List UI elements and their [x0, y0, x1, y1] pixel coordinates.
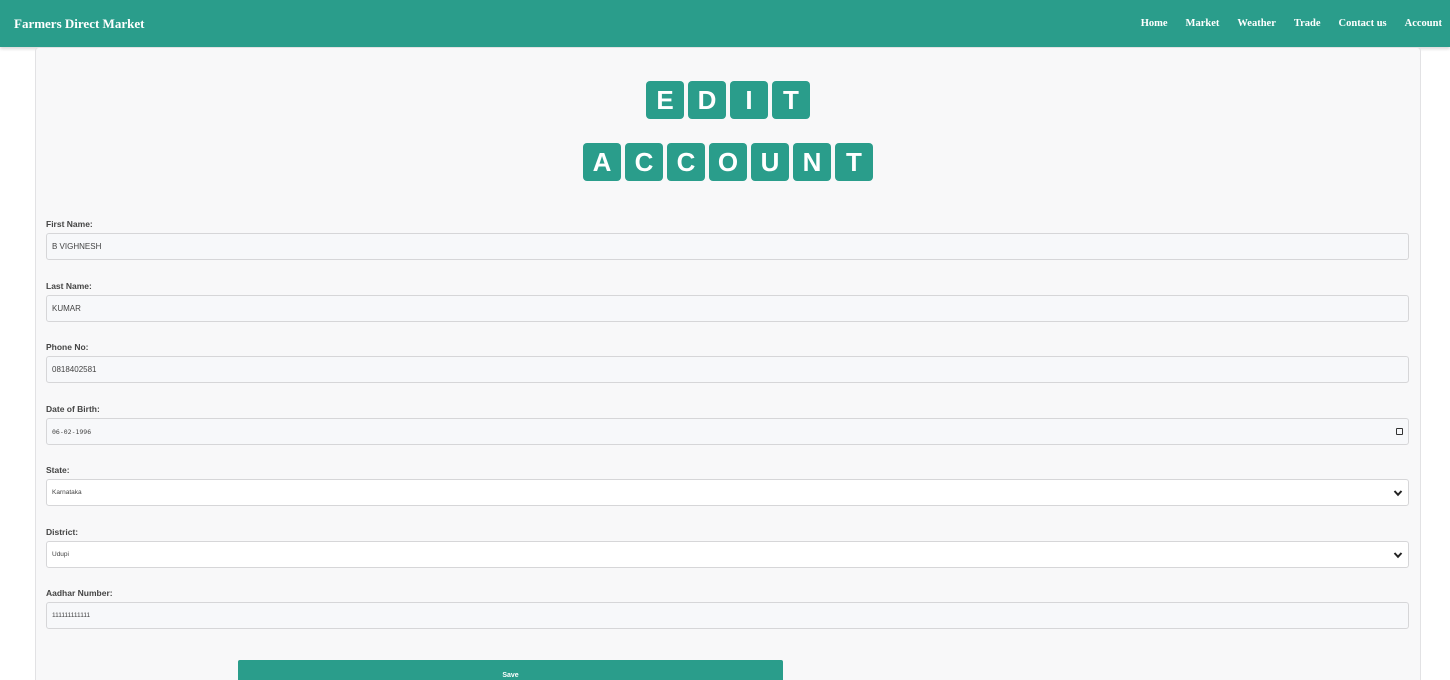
aadhar-input[interactable]: 111111111111: [46, 602, 1409, 629]
title-letter: C: [667, 143, 705, 181]
title-letter: E: [646, 81, 684, 119]
district-label: District:: [46, 527, 79, 537]
aadhar-label: Aadhar Number:: [46, 588, 113, 598]
nav-weather[interactable]: Weather: [1237, 18, 1276, 29]
nav-contact-us[interactable]: Contact us: [1339, 18, 1387, 29]
aadhar-group: Aadhar Number: 111111111111: [46, 588, 1410, 629]
chevron-down-icon: [1393, 489, 1403, 496]
last-name-value: KUMAR: [52, 304, 81, 313]
dob-group: Date of Birth: 06-02-1996: [46, 404, 1410, 445]
nav-account[interactable]: Account: [1405, 18, 1442, 29]
nav-trade[interactable]: Trade: [1294, 18, 1321, 29]
state-label: State:: [46, 465, 70, 475]
dob-value: 06-02-1996: [52, 427, 92, 436]
phone-label: Phone No:: [46, 342, 89, 352]
title-letter: A: [583, 143, 621, 181]
brand-title[interactable]: Farmers Direct Market: [14, 16, 144, 32]
phone-group: Phone No: 0818402581: [46, 342, 1410, 383]
first-name-group: First Name: B VIGHNESH: [46, 219, 1410, 260]
calendar-icon[interactable]: [1396, 428, 1403, 435]
nav-links: Home Market Weather Trade Contact us Acc…: [1141, 18, 1442, 29]
first-name-label: First Name:: [46, 219, 93, 229]
edit-account-card: E D I T A C C O U N T First Name: B VIGH…: [35, 47, 1421, 680]
state-select[interactable]: Karnataka: [46, 479, 1409, 506]
dob-label: Date of Birth:: [46, 404, 100, 414]
nav-market[interactable]: Market: [1186, 18, 1220, 29]
title-letter: U: [751, 143, 789, 181]
title-letter: I: [730, 81, 768, 119]
top-navbar: Farmers Direct Market Home Market Weathe…: [0, 0, 1450, 47]
chevron-down-icon: [1393, 551, 1403, 558]
first-name-value: B VIGHNESH: [52, 242, 102, 251]
title-letter: N: [793, 143, 831, 181]
district-value: Udupi: [52, 551, 69, 558]
title-letter: T: [835, 143, 873, 181]
aadhar-value: 111111111111: [52, 612, 91, 619]
dob-input[interactable]: 06-02-1996: [46, 418, 1409, 445]
last-name-input[interactable]: KUMAR: [46, 295, 1409, 322]
title-letter: D: [688, 81, 726, 119]
phone-value: 0818402581: [52, 365, 97, 374]
title-letter: T: [772, 81, 810, 119]
phone-input[interactable]: 0818402581: [46, 356, 1409, 383]
state-value: Karnataka: [52, 489, 82, 496]
save-button[interactable]: Save: [238, 660, 783, 680]
district-select[interactable]: Udupi: [46, 541, 1409, 568]
title-edit: E D I T: [36, 81, 1420, 119]
title-letter: C: [625, 143, 663, 181]
title-letter: O: [709, 143, 747, 181]
last-name-group: Last Name: KUMAR: [46, 281, 1410, 322]
first-name-input[interactable]: B VIGHNESH: [46, 233, 1409, 260]
title-account: A C C O U N T: [36, 143, 1420, 181]
state-group: State: Karnataka: [46, 465, 1410, 506]
district-group: District: Udupi: [46, 527, 1410, 568]
last-name-label: Last Name:: [46, 281, 92, 291]
nav-home[interactable]: Home: [1141, 18, 1168, 29]
